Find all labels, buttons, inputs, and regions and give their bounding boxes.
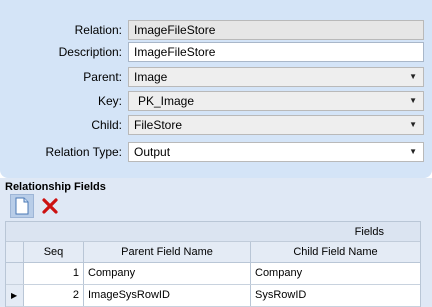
chevron-down-icon[interactable]: ▼ <box>409 120 417 129</box>
parent-field-cell[interactable]: Company <box>84 263 251 284</box>
column-header-parent-field[interactable]: Parent Field Name <box>84 242 251 262</box>
relation-type-select[interactable]: Output ▼ <box>128 142 424 162</box>
relation-form-panel: Relation: ImageFileStore Description: Im… <box>0 0 432 178</box>
table-row[interactable]: ▶ 2 ImageSysRowID SysRowID <box>6 285 420 307</box>
grid-band-header: Fields <box>6 222 420 242</box>
seq-cell[interactable]: 2 <box>24 285 84 306</box>
new-document-icon <box>15 197 29 215</box>
description-row: Description: ImageFileStore <box>0 42 432 62</box>
seq-cell[interactable]: 1 <box>24 263 84 284</box>
delete-field-button[interactable] <box>38 194 62 218</box>
child-label: Child: <box>91 118 122 132</box>
child-field-cell[interactable]: SysRowID <box>251 285 420 306</box>
relation-type-label: Relation Type: <box>45 145 123 159</box>
child-select[interactable]: FileStore ▼ <box>128 115 424 135</box>
parent-field-cell[interactable]: ImageSysRowID <box>84 285 251 306</box>
key-label: Key: <box>97 94 122 108</box>
table-row[interactable]: 1 Company Company <box>6 263 420 285</box>
grid-column-headers: Seq Parent Field Name Child Field Name <box>6 242 420 263</box>
key-select-value: PK_Image <box>138 94 195 108</box>
description-input[interactable]: ImageFileStore <box>128 42 424 62</box>
child-select-value: FileStore <box>134 118 183 132</box>
relation-type-select-value: Output <box>134 145 171 159</box>
parent-select-value: Image <box>134 70 168 84</box>
relation-row: Relation: ImageFileStore <box>0 20 432 40</box>
chevron-down-icon[interactable]: ▼ <box>409 147 417 156</box>
chevron-down-icon[interactable]: ▼ <box>409 72 417 81</box>
key-row: Key: PK_Image ▼ <box>0 91 432 111</box>
row-selector[interactable] <box>6 263 24 284</box>
row-selector-header <box>6 242 24 262</box>
relation-label: Relation: <box>74 23 122 37</box>
row-selector[interactable]: ▶ <box>6 285 24 306</box>
add-field-button[interactable] <box>10 194 34 218</box>
column-header-seq[interactable]: Seq <box>24 242 84 262</box>
chevron-down-icon[interactable]: ▼ <box>409 96 417 105</box>
description-label: Description: <box>58 45 122 59</box>
parent-row: Parent: Image ▼ <box>0 67 432 87</box>
band-title: Fields <box>354 226 384 238</box>
section-title: Relationship Fields <box>5 181 106 193</box>
relationship-fields-grid[interactable]: Fields Seq Parent Field Name Child Field… <box>5 221 421 307</box>
current-row-indicator-icon: ▶ <box>11 291 18 300</box>
relationship-fields-panel: Relationship Fields Fields Seq Parent Fi… <box>0 178 432 307</box>
delete-x-icon <box>42 198 58 214</box>
relation-type-row: Relation Type: Output ▼ <box>0 142 432 162</box>
parent-label: Parent: <box>83 70 122 84</box>
column-header-child-field[interactable]: Child Field Name <box>251 242 420 262</box>
parent-select[interactable]: Image ▼ <box>128 67 424 87</box>
child-row: Child: FileStore ▼ <box>0 115 432 135</box>
child-field-cell[interactable]: Company <box>251 263 420 284</box>
key-select[interactable]: PK_Image ▼ <box>128 91 424 111</box>
relation-field: ImageFileStore <box>128 20 424 40</box>
